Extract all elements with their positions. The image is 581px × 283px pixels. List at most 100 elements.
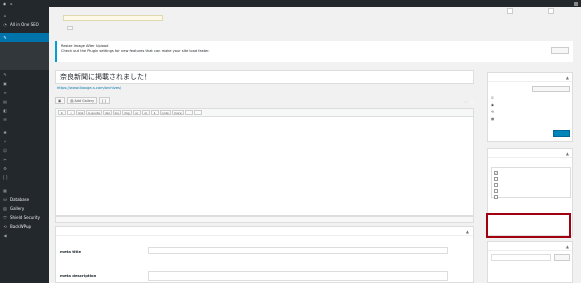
- sidebar-item-aioseo[interactable]: ◔ All in One SEO: [0, 20, 49, 29]
- collapse-icon: ◀: [3, 232, 7, 238]
- shortcode-icon: [ ]: [102, 98, 106, 103]
- sidebar-item-comments[interactable]: ◧: [0, 106, 49, 115]
- add-new-post-button[interactable]: [67, 26, 73, 30]
- add-tag-button[interactable]: [554, 254, 570, 261]
- qt-del-button[interactable]: del: [102, 110, 112, 115]
- publish-box: ▲ ⚿ ◉ ⟲ ▦: [487, 72, 573, 142]
- sidebar-item-performance[interactable]: ▦: [0, 186, 49, 195]
- add-media-button[interactable]: ▣: [55, 97, 66, 104]
- chevron-up-icon[interactable]: ▲: [566, 151, 569, 156]
- checkbox[interactable]: [494, 183, 498, 187]
- shortcode-button[interactable]: [ ]: [99, 97, 110, 104]
- qt-li-button[interactable]: li: [150, 110, 159, 115]
- qt-link-button[interactable]: link: [76, 110, 86, 115]
- plugin-notice: Resize Image After Upload Check out the …: [55, 41, 573, 62]
- help-button[interactable]: [548, 8, 554, 14]
- sidebar-subitem-tag[interactable]: [0, 63, 49, 70]
- sidebar-item-posts[interactable]: ✎: [0, 33, 49, 42]
- qt-ins-button[interactable]: ins: [112, 110, 121, 115]
- home-icon[interactable]: ⌂: [10, 2, 12, 6]
- sidebar-item-label: Gallery: [10, 206, 25, 211]
- media-icon: ▣: [58, 98, 62, 103]
- post-status-row: ⚿: [491, 96, 496, 100]
- sidebar-item-shortcode[interactable]: [ ]: [0, 173, 49, 182]
- checkbox[interactable]: [494, 177, 498, 181]
- media-buttons: ▣ ▨ Add Gallery [ ]: [55, 97, 110, 104]
- meta-title-label: meta title: [60, 249, 82, 254]
- dismiss-notice-button[interactable]: [551, 47, 569, 54]
- add-gallery-button[interactable]: ▨ Add Gallery: [67, 97, 98, 104]
- sidebar-item-media[interactable]: ▣: [0, 79, 49, 88]
- sidebar-item-tools[interactable]: ✂: [0, 155, 49, 164]
- chevron-up-icon[interactable]: ▲: [566, 75, 569, 80]
- meta-title-input[interactable]: [148, 247, 448, 254]
- qt-italic-button[interactable]: i: [67, 110, 75, 115]
- post-title-input[interactable]: 奈良新聞に掲載されました！: [55, 70, 474, 84]
- sidebar-item-plugins[interactable]: ⚡: [0, 137, 49, 146]
- qt-quote-button[interactable]: b-quote: [86, 110, 102, 115]
- sidebar-item-label: Shield Security: [10, 215, 40, 220]
- sidebar-collapse-menu[interactable]: ◀: [0, 231, 49, 240]
- chevron-up-icon[interactable]: ▲: [466, 229, 469, 234]
- published-date-row: ▦: [491, 117, 496, 121]
- update-notice[interactable]: [63, 15, 163, 21]
- checkbox[interactable]: [494, 195, 498, 199]
- page-icon: ▤: [3, 98, 7, 104]
- qt-ol-button[interactable]: ol: [141, 110, 150, 115]
- tag-input[interactable]: [491, 254, 551, 261]
- wp-logo-icon[interactable]: ◉: [3, 2, 6, 6]
- sidebar-item-gallery[interactable]: ▨ Gallery: [0, 204, 49, 213]
- qt-img-button[interactable]: img: [121, 110, 132, 115]
- tag-box-header[interactable]: ▲: [488, 242, 572, 251]
- tab-visual[interactable]: [464, 101, 468, 103]
- sidebar-item-database[interactable]: ⛁ Database: [0, 195, 49, 204]
- preview-changes-button[interactable]: [532, 86, 570, 92]
- sidebar-item-pages[interactable]: ▤: [0, 97, 49, 106]
- qt-more-button[interactable]: more: [171, 110, 184, 115]
- checkbox-checked[interactable]: ✓: [494, 171, 498, 175]
- sidebar-item-dashboard[interactable]: ⌂: [0, 11, 49, 20]
- revisions-row: ⟲: [491, 110, 496, 114]
- publish-box-header[interactable]: ▲: [488, 73, 572, 82]
- sidebar-item-users[interactable]: ☺: [0, 146, 49, 155]
- qt-code-button[interactable]: code: [159, 110, 171, 115]
- category-box-header[interactable]: ▲: [488, 149, 572, 158]
- sidebar-submenu: [0, 42, 49, 70]
- tab-text[interactable]: [470, 101, 474, 103]
- sidebar-item-settings[interactable]: ⚙: [0, 164, 49, 173]
- plugin-icon: ⚡: [3, 138, 7, 144]
- permalink-link[interactable]: https://www.lbaxge-s.com/archives/: [57, 86, 121, 90]
- sidebar-item-label: Database: [10, 197, 30, 202]
- sidebar-item-contact[interactable]: ✉: [0, 115, 49, 124]
- dashboard-icon: ▦: [3, 187, 7, 193]
- admin-sidebar: ⌂ ◔ All in One SEO ✎ ✎ ▣ ∞ ▤ ◧ ✉ ✱ ⚡ ☺ ✂…: [0, 7, 49, 283]
- checkbox[interactable]: [494, 189, 498, 193]
- qt-bold-button[interactable]: b: [58, 110, 66, 115]
- sidebar-item-backwpup[interactable]: ⟲ BackWPup: [0, 222, 49, 231]
- post-editor[interactable]: b i link b-quote del ins img ul ol li co…: [55, 108, 474, 216]
- qt-close-tags-button[interactable]: [184, 110, 193, 115]
- mail-icon: ✉: [3, 116, 7, 122]
- backup-icon: ⟲: [3, 223, 7, 229]
- shortcode-icon: [ ]: [3, 174, 8, 180]
- category-item[interactable]: [494, 194, 568, 200]
- pin-icon: ✎: [3, 34, 7, 40]
- post-title-value: 奈良新聞に掲載されました！: [60, 73, 151, 81]
- editor-content[interactable]: [56, 117, 473, 123]
- metabox-header[interactable]: ▲: [56, 227, 473, 236]
- editor-tabs: [464, 101, 474, 103]
- media-icon: ▣: [3, 80, 7, 86]
- avatar[interactable]: [574, 1, 578, 6]
- permalink: https://www.lbaxge-s.com/archives/: [57, 86, 121, 90]
- sidebar-item-posts-2[interactable]: ✎: [0, 70, 49, 79]
- sidebar-item-appearance[interactable]: ✱: [0, 128, 49, 137]
- screen-options-button[interactable]: [507, 8, 513, 14]
- qt-fullscreen-button[interactable]: [193, 110, 202, 115]
- chevron-up-icon[interactable]: ▲: [566, 244, 569, 249]
- meta-description-input[interactable]: [148, 271, 448, 281]
- sidebar-item-shield[interactable]: ⛉ Shield Security: [0, 213, 49, 222]
- update-button[interactable]: [553, 130, 570, 137]
- sidebar-item-links[interactable]: ∞: [0, 88, 49, 97]
- qt-ul-button[interactable]: ul: [132, 110, 141, 115]
- meta-description-label: meta description: [60, 273, 97, 278]
